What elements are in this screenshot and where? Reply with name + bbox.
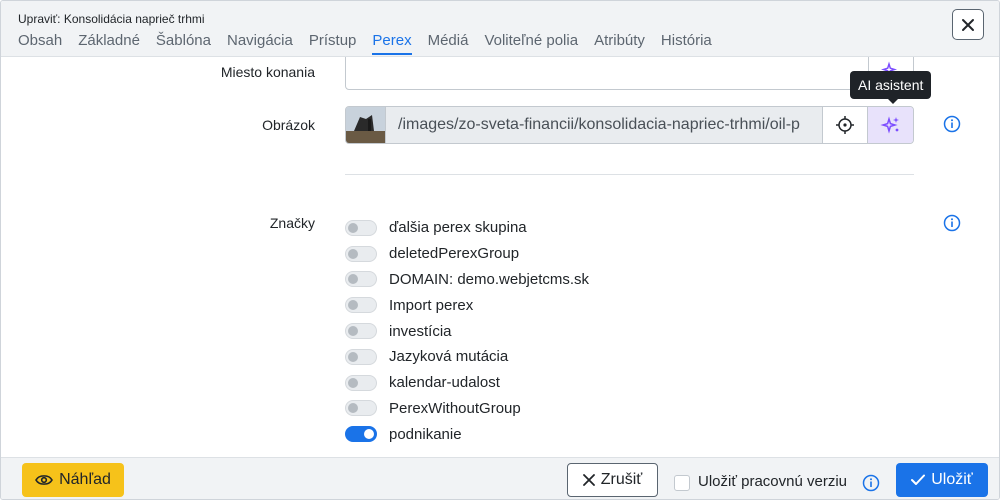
tag-toggle[interactable]	[345, 374, 377, 391]
tag-toggle[interactable]	[345, 323, 377, 340]
info-icon[interactable]	[862, 474, 880, 492]
image-path-input[interactable]: /images/zo-sveta-financii/konsolidacia-n…	[386, 107, 823, 143]
tag-label: Import perex	[389, 296, 474, 314]
tag-label: investícia	[389, 322, 452, 340]
crosshair-icon	[836, 116, 854, 134]
close-button[interactable]	[952, 9, 984, 40]
close-icon	[962, 18, 974, 31]
tab-obsah[interactable]: Obsah	[18, 32, 62, 55]
list-item: deletedPerexGroup	[345, 241, 589, 267]
tag-toggle[interactable]	[345, 400, 377, 417]
tag-toggle[interactable]	[345, 426, 377, 443]
ai-assistant-tooltip: AI asistent	[850, 71, 932, 104]
info-icon[interactable]	[943, 214, 961, 232]
save-draft-checkbox[interactable]	[674, 475, 690, 491]
tab-zakladne[interactable]: Základné	[78, 32, 140, 55]
save-button[interactable]: Uložiť	[896, 463, 988, 497]
tag-label: Jazyková mutácia	[389, 348, 509, 366]
tag-label: podnikanie	[389, 425, 462, 443]
info-icon[interactable]	[943, 115, 961, 133]
tag-label: ďalšia perex skupina	[389, 219, 527, 237]
list-item: DOMAIN: demo.webjetcms.sk	[345, 267, 589, 293]
cancel-label: Zrušiť	[600, 471, 643, 488]
dialog-body: Miesto konania AI asistent Obrázok /imag…	[1, 57, 999, 457]
tab-historia[interactable]: História	[661, 32, 712, 55]
tab-sablona[interactable]: Šablóna	[156, 32, 211, 55]
tag-toggle[interactable]	[345, 219, 377, 236]
eye-icon	[35, 475, 54, 485]
tab-atributy[interactable]: Atribúty	[594, 32, 645, 55]
x-icon	[582, 474, 595, 486]
location-label: Miesto konania	[220, 64, 315, 80]
list-item: Import perex	[345, 292, 589, 318]
preview-button[interactable]: Náhľad	[22, 463, 124, 497]
select-image-button[interactable]	[823, 107, 867, 143]
tag-label: kalendar-udalost	[389, 374, 500, 392]
preview-label: Náhľad	[59, 471, 111, 488]
tag-toggle[interactable]	[345, 271, 377, 288]
save-draft-label: Uložiť pracovnú verziu	[698, 473, 848, 490]
tab-perex[interactable]: Perex	[372, 32, 412, 55]
image-field: /images/zo-sveta-financii/konsolidacia-n…	[345, 106, 914, 144]
tag-toggle[interactable]	[345, 297, 377, 314]
list-item: Jazyková mutácia	[345, 344, 589, 370]
list-item: podnikanie	[345, 421, 589, 447]
tab-volitelne-polia[interactable]: Voliteľné polia	[484, 32, 578, 55]
cancel-button[interactable]: Zrušiť	[567, 463, 658, 497]
location-input[interactable]	[345, 57, 869, 90]
list-item: PerexWithoutGroup	[345, 396, 589, 422]
list-item: kalendar-udalost	[345, 370, 589, 396]
tab-pristup[interactable]: Prístup	[309, 32, 357, 55]
edit-dialog: Upraviť: Konsolidácia naprieč trhmi Obsa…	[0, 0, 1000, 500]
image-ai-button[interactable]	[867, 107, 913, 143]
list-item: ďalšia perex skupina	[345, 215, 589, 241]
dialog-header: Upraviť: Konsolidácia naprieč trhmi Obsa…	[1, 1, 999, 57]
image-label: Obrázok	[262, 117, 315, 133]
tag-label: PerexWithoutGroup	[389, 399, 521, 417]
tab-navigacia[interactable]: Navigácia	[227, 32, 293, 55]
tag-label: DOMAIN: demo.webjetcms.sk	[389, 270, 590, 288]
check-icon	[911, 474, 926, 485]
save-label: Uložiť	[931, 471, 973, 488]
tab-bar: Obsah Základné Šablóna Navigácia Prístup…	[18, 32, 728, 55]
tags-label: Značky	[269, 215, 315, 231]
tags-list: ďalšia perex skupina deletedPerexGroup D…	[345, 215, 589, 447]
image-thumbnail	[346, 107, 386, 143]
tag-toggle[interactable]	[345, 348, 377, 365]
tab-media[interactable]: Médiá	[428, 32, 469, 55]
list-item: investícia	[345, 318, 589, 344]
section-divider	[345, 174, 914, 175]
dialog-footer: Náhľad Zrušiť Uložiť pracovnú verziu Ulo…	[1, 457, 999, 499]
ai-sparkle-icon	[879, 116, 899, 134]
dialog-title: Upraviť: Konsolidácia naprieč trhmi	[18, 12, 205, 26]
tag-label: deletedPerexGroup	[389, 245, 520, 263]
tag-toggle[interactable]	[345, 245, 377, 262]
